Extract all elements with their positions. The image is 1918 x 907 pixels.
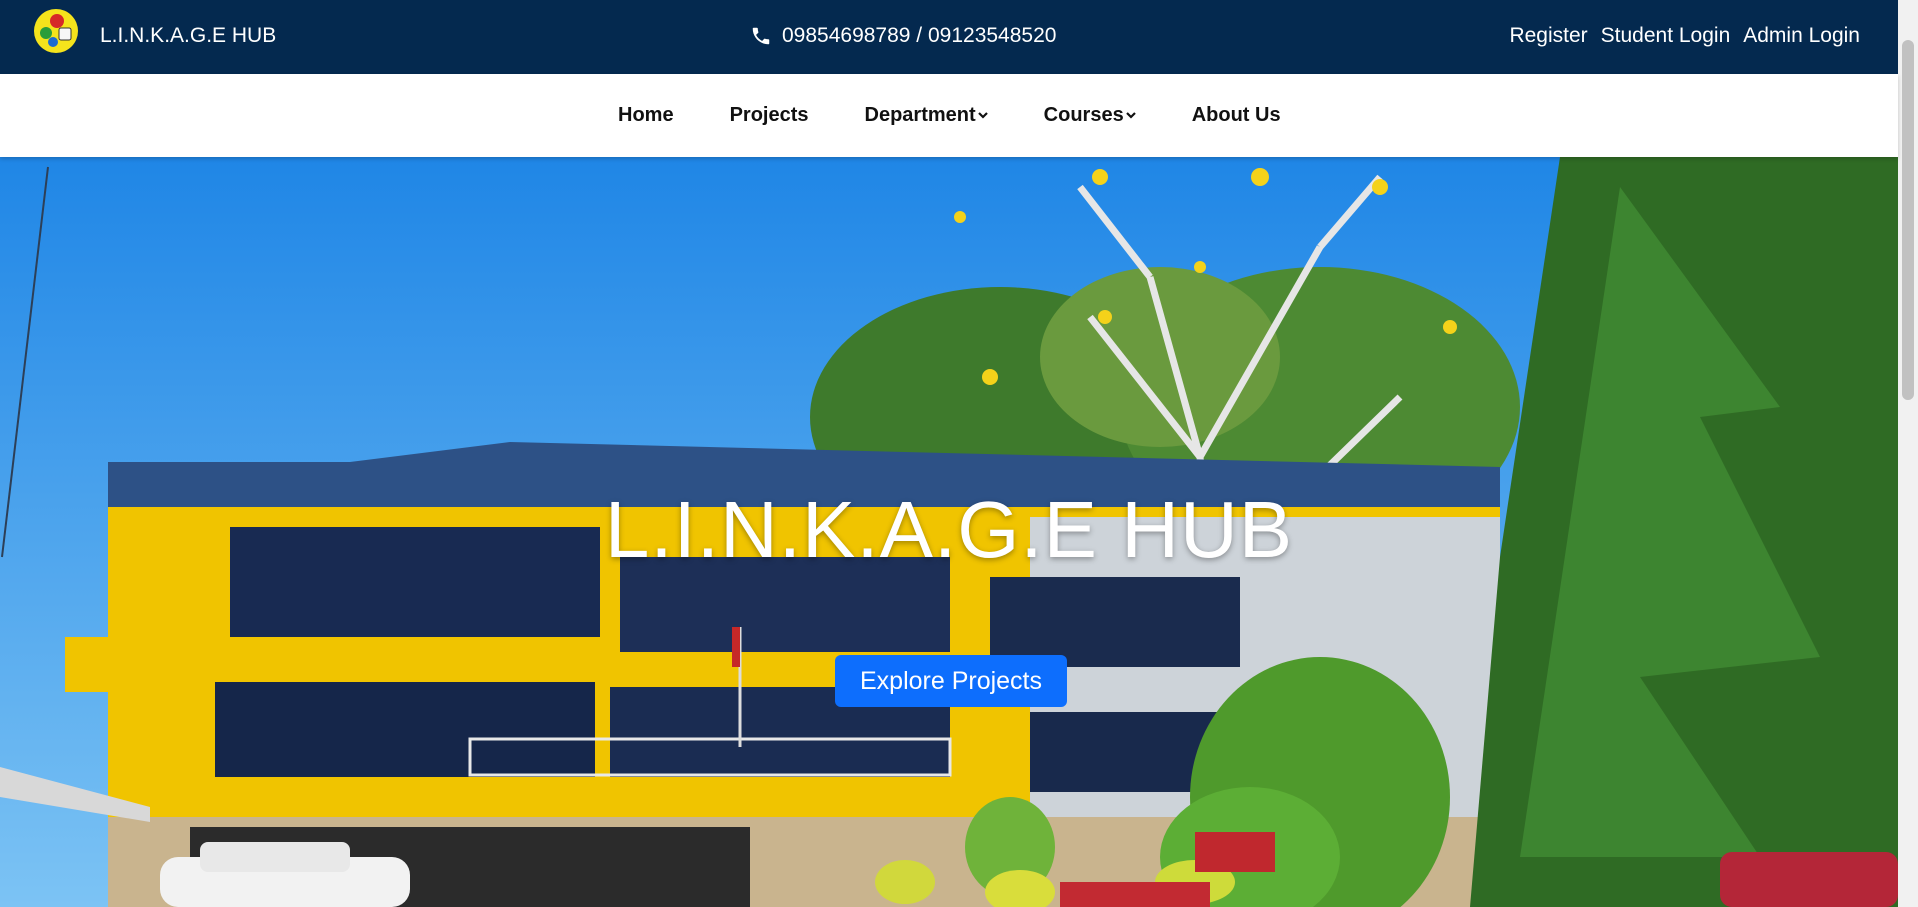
register-link[interactable]: Register (1509, 24, 1587, 48)
nav-home-label: Home (618, 104, 674, 126)
chevron-down-icon (1125, 111, 1136, 119)
auth-links: Register Student Login Admin Login (1509, 24, 1860, 48)
nav-projects-label: Projects (729, 104, 809, 126)
brand-name[interactable]: L.I.N.K.A.G.E HUB (100, 24, 276, 48)
nav-courses[interactable]: Courses (1044, 104, 1136, 127)
nav-about-label: About Us (1191, 104, 1281, 126)
student-login-link[interactable]: Student Login (1601, 24, 1731, 48)
phone-icon (752, 27, 770, 45)
nav-department-label: Department (864, 104, 976, 126)
nav-department[interactable]: Department (865, 104, 988, 127)
phone-numbers: 09854698789 / 09123548520 (782, 24, 1057, 47)
explore-projects-button[interactable]: Explore Projects (835, 655, 1067, 707)
page-scrollbar[interactable] (1898, 0, 1918, 907)
contact-info: 09854698789 / 09123548520 (750, 24, 1056, 48)
nav-courses-label: Courses (1043, 104, 1124, 126)
nav-home[interactable]: Home (618, 104, 674, 127)
logo-icon[interactable] (33, 8, 79, 54)
nav-about[interactable]: About Us (1192, 104, 1281, 127)
main-nav: Home Projects Department Courses About U… (0, 74, 1898, 157)
hero-title: L.I.N.K.A.G.E HUB (604, 485, 1294, 574)
chevron-down-icon (977, 111, 988, 119)
nav-projects[interactable]: Projects (730, 104, 809, 127)
scrollbar-thumb[interactable] (1902, 40, 1914, 400)
top-bar: L.I.N.K.A.G.E HUB 09854698789 / 09123548… (0, 0, 1898, 74)
admin-login-link[interactable]: Admin Login (1743, 24, 1860, 48)
hero-section: L.I.N.K.A.G.E HUB Explore Projects (0, 157, 1898, 907)
